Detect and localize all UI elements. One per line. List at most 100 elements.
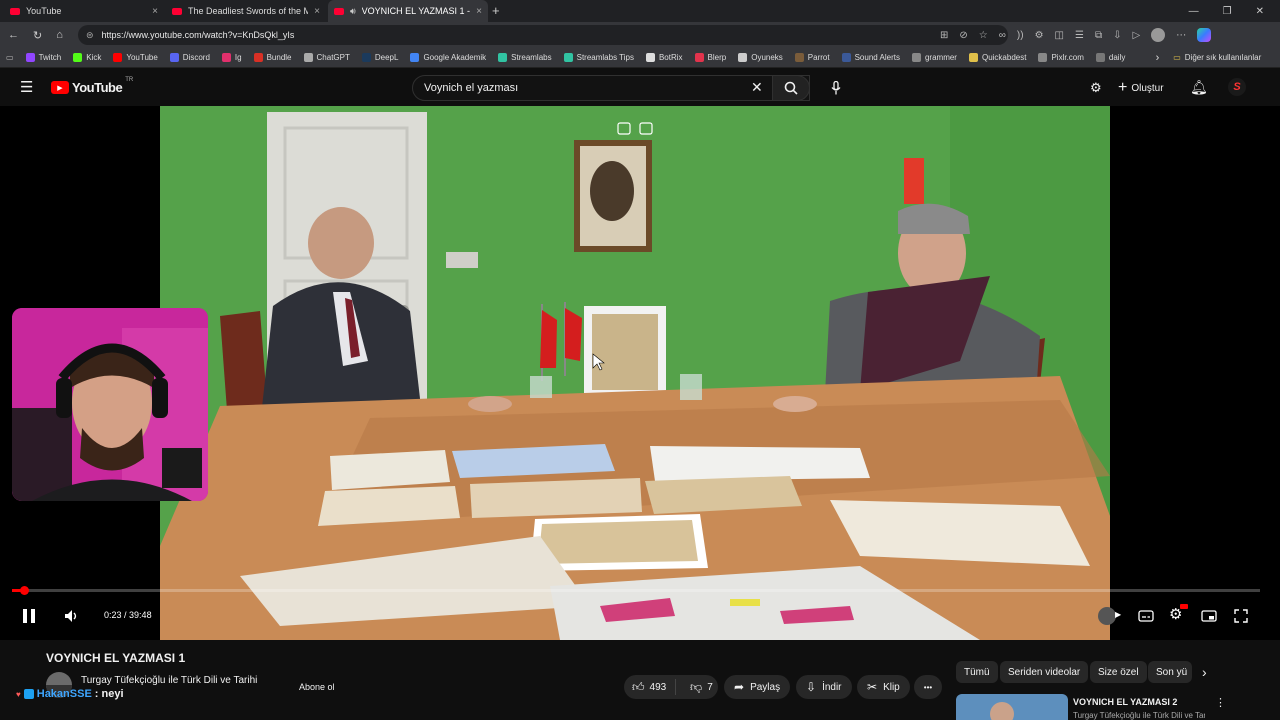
account-avatar[interactable]: S xyxy=(1228,78,1246,96)
minimize-icon[interactable]: — xyxy=(1189,6,1199,17)
share-arrow-icon: ➦ xyxy=(734,680,745,694)
settings-button[interactable]: ⚙ xyxy=(1169,604,1188,623)
new-tab-button[interactable]: + xyxy=(492,3,500,18)
close-window-icon[interactable]: ✕ xyxy=(1256,6,1264,17)
copilot-icon[interactable] xyxy=(1197,28,1212,42)
bookmark-item[interactable]: Streamlabs Tips xyxy=(563,53,634,62)
subtitles-button[interactable] xyxy=(1138,608,1154,624)
download-button[interactable]: ⇩ İndir xyxy=(796,675,852,699)
video-frame[interactable] xyxy=(160,106,1110,640)
pause-button[interactable] xyxy=(21,608,37,624)
reload-icon[interactable]: ↻ xyxy=(33,29,42,42)
bookmark-item[interactable]: YouTube xyxy=(113,53,158,62)
bookmark-favicon-icon xyxy=(113,53,123,62)
autoplay-toggle[interactable]: ▶ xyxy=(1098,607,1121,625)
chip-recent[interactable]: Son yü xyxy=(1148,661,1192,683)
bookmark-item[interactable]: Sound Alerts xyxy=(841,53,900,62)
bookmark-item[interactable]: daily xyxy=(1095,53,1126,62)
bookmark-item[interactable]: grammer xyxy=(911,53,957,62)
bookmark-item[interactable]: Parrot xyxy=(794,53,830,62)
notifications-bell-icon[interactable]: 🔔︎ xyxy=(1190,79,1208,96)
more-menu-icon[interactable]: ⋯ xyxy=(1176,30,1186,41)
clip-button[interactable]: ✂ Klip xyxy=(857,675,910,699)
bookmark-item[interactable]: Twitch xyxy=(25,53,61,62)
progress-bar[interactable] xyxy=(12,586,1260,595)
like-button[interactable]: 👍︎ 493 xyxy=(624,679,676,695)
chip-all[interactable]: Tümü xyxy=(956,661,998,683)
browser-tab-active[interactable]: 🔊︎ VOYNICH EL YAZMASI 1 - YouTube × xyxy=(328,0,488,22)
share-button[interactable]: ➦ Paylaş xyxy=(724,675,791,699)
next-video-title[interactable]: VOYNICH EL YAZMASI 2 xyxy=(1073,697,1177,707)
voice-search-button[interactable] xyxy=(828,78,844,98)
split-screen-icon[interactable]: ◫ xyxy=(1055,30,1064,41)
bookmark-item[interactable]: Discord xyxy=(169,53,210,62)
app-install-icon[interactable]: ⊞ xyxy=(940,30,948,41)
extension-gear-icon[interactable]: ⚙ xyxy=(1090,80,1102,96)
tracking-icon[interactable]: ⊘ xyxy=(959,30,967,41)
extensions-icon[interactable]: ⚙ xyxy=(1035,30,1044,41)
bookmarks-bar: ▭ Twitch Kick YouTube Discord Ig Bundle ChatGP… xyxy=(0,48,1280,68)
bookmark-item[interactable]: Google Akademik xyxy=(410,53,486,62)
back-icon[interactable]: ← xyxy=(8,29,19,42)
downloads-icon[interactable]: ⇩ xyxy=(1113,30,1121,41)
create-button[interactable]: + Oluştur xyxy=(1118,78,1164,98)
chip-for-you[interactable]: Size özel xyxy=(1090,661,1147,683)
search-input[interactable]: Voynich el yazması ✕ xyxy=(412,75,810,101)
youtube-logo[interactable]: ▶ YouTube TR xyxy=(51,77,133,95)
bookmark-label: Oyuneks xyxy=(751,53,783,62)
read-aloud-icon[interactable]: )) xyxy=(1017,30,1024,41)
tab-close-icon[interactable]: × xyxy=(152,6,158,17)
miniplayer-button[interactable] xyxy=(1201,608,1217,624)
bookmark-item[interactable]: Oyuneks xyxy=(738,53,783,62)
bookmark-label: Google Akademik xyxy=(423,53,487,62)
bookmark-item[interactable]: Streamlabs xyxy=(498,53,552,62)
favorites-icon[interactable]: ☰ xyxy=(1075,30,1084,41)
bookmark-item[interactable]: Pixlr.com xyxy=(1038,53,1084,62)
webcam-overlay xyxy=(12,308,208,501)
browser-tab[interactable]: YouTube × xyxy=(4,0,164,22)
audio-playing-icon[interactable]: 🔊︎ xyxy=(350,6,356,17)
chips-next-icon[interactable]: › xyxy=(1202,664,1207,680)
more-actions-button[interactable]: ••• xyxy=(914,675,942,699)
bookmark-item[interactable]: Ig xyxy=(221,53,242,62)
bookmark-item[interactable]: BotRix xyxy=(645,53,683,62)
chip-series[interactable]: Seriden videolar xyxy=(1000,661,1089,683)
bookmark-item[interactable]: Bundle xyxy=(253,53,292,62)
dislike-button[interactable]: 👎︎ 7 xyxy=(682,680,713,695)
bookmark-item[interactable]: Kick xyxy=(73,53,101,62)
bookmark-label: daily xyxy=(1108,53,1126,62)
bookmark-item[interactable]: DeepL xyxy=(361,53,398,62)
bookmark-item[interactable]: Quickabdest xyxy=(968,53,1026,62)
bookmarks-overflow-icon[interactable]: › xyxy=(1156,52,1160,64)
browser-tab[interactable]: The Deadliest Swords of the Middle Ages … xyxy=(166,0,326,22)
bookmark-item[interactable]: Blerp xyxy=(694,53,726,62)
profile-avatar[interactable] xyxy=(1151,28,1166,42)
url-bar[interactable]: ⊜ https://www.youtube.com/watch?v=KnDsQk… xyxy=(78,25,1008,45)
favorite-star-icon[interactable]: ☆ xyxy=(979,30,988,41)
bookmark-label: Bundle xyxy=(266,53,292,62)
next-video-thumbnail[interactable] xyxy=(956,694,1068,720)
bookmark-item[interactable]: ChatGPT xyxy=(303,53,350,62)
download-icon: ⇩ xyxy=(806,680,817,694)
next-video-menu-icon[interactable]: ⋮ xyxy=(1215,696,1226,709)
restore-icon[interactable]: ❐ xyxy=(1223,6,1232,17)
clear-search-icon[interactable]: ✕ xyxy=(751,79,763,96)
collections-icon[interactable]: ⧉ xyxy=(1095,30,1102,41)
extension-icon[interactable]: ∞ xyxy=(999,30,1006,41)
bookmark-favicon-icon xyxy=(1038,53,1048,62)
tab-close-icon[interactable]: × xyxy=(314,6,320,17)
subscribe-button[interactable]: Abone ol xyxy=(299,682,335,692)
other-bookmarks[interactable]: Diğer sık kullanılanlar xyxy=(1185,53,1261,62)
progress-scrubber[interactable] xyxy=(19,586,29,595)
home-icon[interactable]: ⌂ xyxy=(56,29,63,42)
media-control-icon[interactable]: ▷ xyxy=(1132,30,1140,41)
sidebar-toggle-icon[interactable]: ▭ xyxy=(6,53,14,62)
volume-button[interactable] xyxy=(63,608,79,624)
tab-close-icon[interactable]: × xyxy=(476,6,482,17)
search-button[interactable] xyxy=(772,75,810,101)
fullscreen-button[interactable] xyxy=(1233,608,1249,624)
hamburger-menu-icon[interactable]: ☰ xyxy=(20,80,33,95)
youtube-favicon-icon xyxy=(10,7,20,15)
site-info-icon[interactable]: ⊜ xyxy=(86,30,94,41)
channel-name[interactable]: Turgay Tüfekçioğlu ile Türk Dili ve Tari… xyxy=(81,675,257,686)
